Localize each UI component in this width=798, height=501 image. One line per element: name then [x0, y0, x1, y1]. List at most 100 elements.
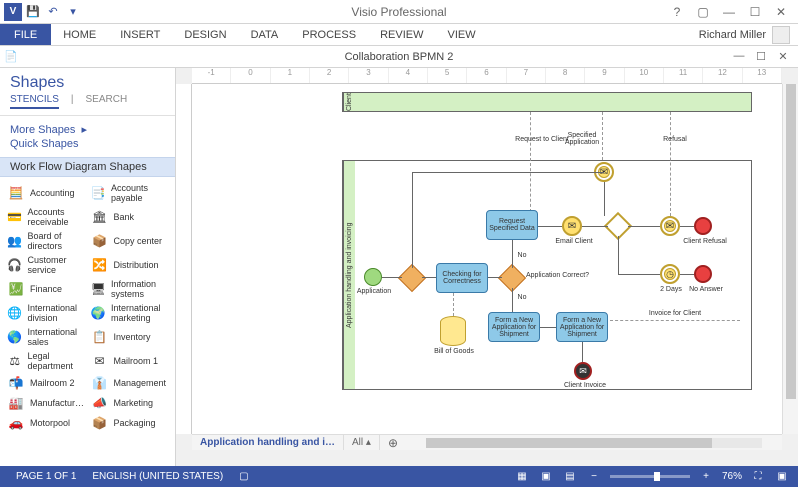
zoom-level[interactable]: 76%	[722, 471, 742, 482]
tab-home[interactable]: HOME	[51, 24, 108, 45]
shape-item[interactable]: 🖥Information systems	[90, 277, 170, 301]
data-association[interactable]	[453, 293, 454, 316]
shape-item[interactable]: 🌎International sales	[6, 325, 86, 349]
shape-item[interactable]: 📣Marketing	[90, 393, 170, 413]
sequence-flow[interactable]	[412, 172, 604, 173]
scroll-thumb-h[interactable]	[426, 438, 712, 448]
sequence-flow[interactable]	[618, 274, 660, 275]
tab-data[interactable]: DATA	[239, 24, 291, 45]
sequence-flow[interactable]	[582, 342, 583, 362]
message-flow[interactable]	[530, 112, 531, 212]
maximize-icon[interactable]: ☐	[744, 3, 766, 21]
view-mode-icon[interactable]: ▤	[562, 471, 578, 482]
sequence-flow[interactable]	[582, 226, 608, 227]
doc-minimize-icon[interactable]: —	[730, 50, 748, 63]
quick-shapes-link[interactable]: Quick Shapes	[10, 137, 165, 151]
shape-item[interactable]: 📋Inventory	[90, 325, 170, 349]
zoom-thumb[interactable]	[654, 472, 660, 481]
shape-item[interactable]: 📑Accounts payable	[90, 181, 170, 205]
sequence-flow[interactable]	[382, 277, 402, 278]
shape-item[interactable]: 🎧Customer service	[6, 253, 86, 277]
zoom-in-button[interactable]: +	[698, 471, 714, 482]
shape-item[interactable]: ✉Mailroom 1	[90, 349, 170, 373]
tab-file[interactable]: FILE	[0, 24, 51, 45]
tab-view[interactable]: VIEW	[435, 24, 487, 45]
fullscreen-icon[interactable]: ▣	[774, 471, 790, 482]
shape-item[interactable]: 💹Finance	[6, 277, 86, 301]
zoom-slider[interactable]	[610, 475, 690, 478]
timer-event[interactable]: ◷	[660, 264, 680, 284]
scrollbar-horizontal[interactable]	[426, 438, 762, 448]
shape-item[interactable]: 🔀Distribution	[90, 253, 170, 277]
ribbon-toggle-icon[interactable]: ▢	[692, 3, 714, 21]
shape-item[interactable]: 📬Mailroom 2	[6, 373, 86, 393]
end-client-refusal[interactable]	[694, 217, 712, 235]
sequence-flow[interactable]	[540, 327, 556, 328]
subtab-search[interactable]: SEARCH	[86, 94, 128, 109]
qat-dropdown-icon[interactable]: ▾	[64, 3, 82, 21]
user-area[interactable]: Richard Miller	[699, 24, 798, 45]
status-page[interactable]: PAGE 1 OF 1	[8, 471, 84, 482]
shape-item[interactable]: 🏭Manufactur…	[6, 393, 86, 413]
tab-design[interactable]: DESIGN	[172, 24, 238, 45]
zoom-out-button[interactable]: −	[586, 471, 602, 482]
page-tab-current[interactable]: Application handling and i…	[192, 435, 344, 450]
shape-item[interactable]: 👥Board of directors	[6, 229, 86, 253]
sequence-flow[interactable]	[412, 172, 413, 268]
scrollbar-vertical[interactable]	[782, 84, 798, 434]
help-icon[interactable]: ?	[666, 3, 688, 21]
minimize-icon[interactable]: —	[718, 3, 740, 21]
task-request-data[interactable]: Request Specified Data	[486, 210, 538, 240]
stencil-header[interactable]: Work Flow Diagram Shapes	[0, 157, 175, 177]
view-mode-icon[interactable]: ▣	[538, 471, 554, 482]
status-macro-icon[interactable]: ▢	[231, 471, 256, 482]
more-shapes-link[interactable]: More Shapes ▸	[10, 122, 165, 137]
message-flow-invoice[interactable]	[610, 320, 740, 321]
task-form-app-1[interactable]: Form a New Application for Shipment	[488, 312, 540, 342]
shape-item[interactable]: 🌍International marketing	[90, 301, 170, 325]
datastore-bill[interactable]	[440, 316, 466, 346]
shape-item[interactable]: ⚖Legal department	[6, 349, 86, 373]
sequence-flow[interactable]	[422, 277, 436, 278]
status-language[interactable]: ENGLISH (UNITED STATES)	[84, 471, 231, 482]
pool-client[interactable]: Client	[342, 92, 752, 112]
shape-item[interactable]: 🌐International division	[6, 301, 86, 325]
task-form-app-2[interactable]: Form a New Application for Shipment	[556, 312, 608, 342]
shape-item[interactable]: 📦Copy center	[90, 229, 170, 253]
shape-item[interactable]: 💳Accounts receivable	[6, 205, 86, 229]
task-check-correctness[interactable]: Checking for Correctness	[436, 263, 488, 293]
save-icon[interactable]: 💾	[24, 3, 42, 21]
scroll-thumb-v[interactable]	[786, 84, 796, 399]
view-mode-icon[interactable]: ▦	[514, 471, 530, 482]
shape-item[interactable]: 🏛Bank	[90, 205, 170, 229]
drawing-canvas[interactable]: Client Application handling and invoicin…	[192, 84, 782, 434]
fit-page-icon[interactable]: ⛶	[750, 471, 766, 482]
doc-maximize-icon[interactable]: ☐	[752, 50, 770, 63]
sequence-flow[interactable]	[680, 274, 694, 275]
sequence-flow[interactable]	[538, 226, 562, 227]
tab-process[interactable]: PROCESS	[290, 24, 368, 45]
start-event[interactable]	[364, 268, 382, 286]
sequence-flow[interactable]	[512, 288, 513, 312]
shape-item[interactable]: 🚗Motorpool	[6, 413, 86, 433]
sequence-flow[interactable]	[604, 182, 605, 216]
sequence-flow[interactable]	[488, 277, 502, 278]
page-add-button[interactable]: ⊕	[380, 436, 406, 450]
tab-review[interactable]: REVIEW	[368, 24, 435, 45]
sequence-flow[interactable]	[680, 226, 694, 227]
subtab-stencils[interactable]: STENCILS	[10, 94, 59, 109]
event-email-client[interactable]: ✉	[562, 216, 582, 236]
visio-app-icon[interactable]: V	[4, 3, 22, 21]
message-flow[interactable]	[670, 112, 671, 216]
intermediate-msg-refusal[interactable]: ✉	[660, 216, 680, 236]
sequence-flow[interactable]	[628, 226, 660, 227]
page-tab-all[interactable]: All ▴	[344, 435, 380, 450]
end-no-answer[interactable]	[694, 265, 712, 283]
close-icon[interactable]: ✕	[770, 3, 792, 21]
shape-item[interactable]: 👔Management	[90, 373, 170, 393]
undo-icon[interactable]: ↶	[44, 3, 62, 21]
sequence-flow[interactable]	[512, 240, 513, 268]
sequence-flow[interactable]	[618, 236, 619, 274]
shape-item[interactable]: 📦Packaging	[90, 413, 170, 433]
shape-item[interactable]: 🧮Accounting	[6, 181, 86, 205]
